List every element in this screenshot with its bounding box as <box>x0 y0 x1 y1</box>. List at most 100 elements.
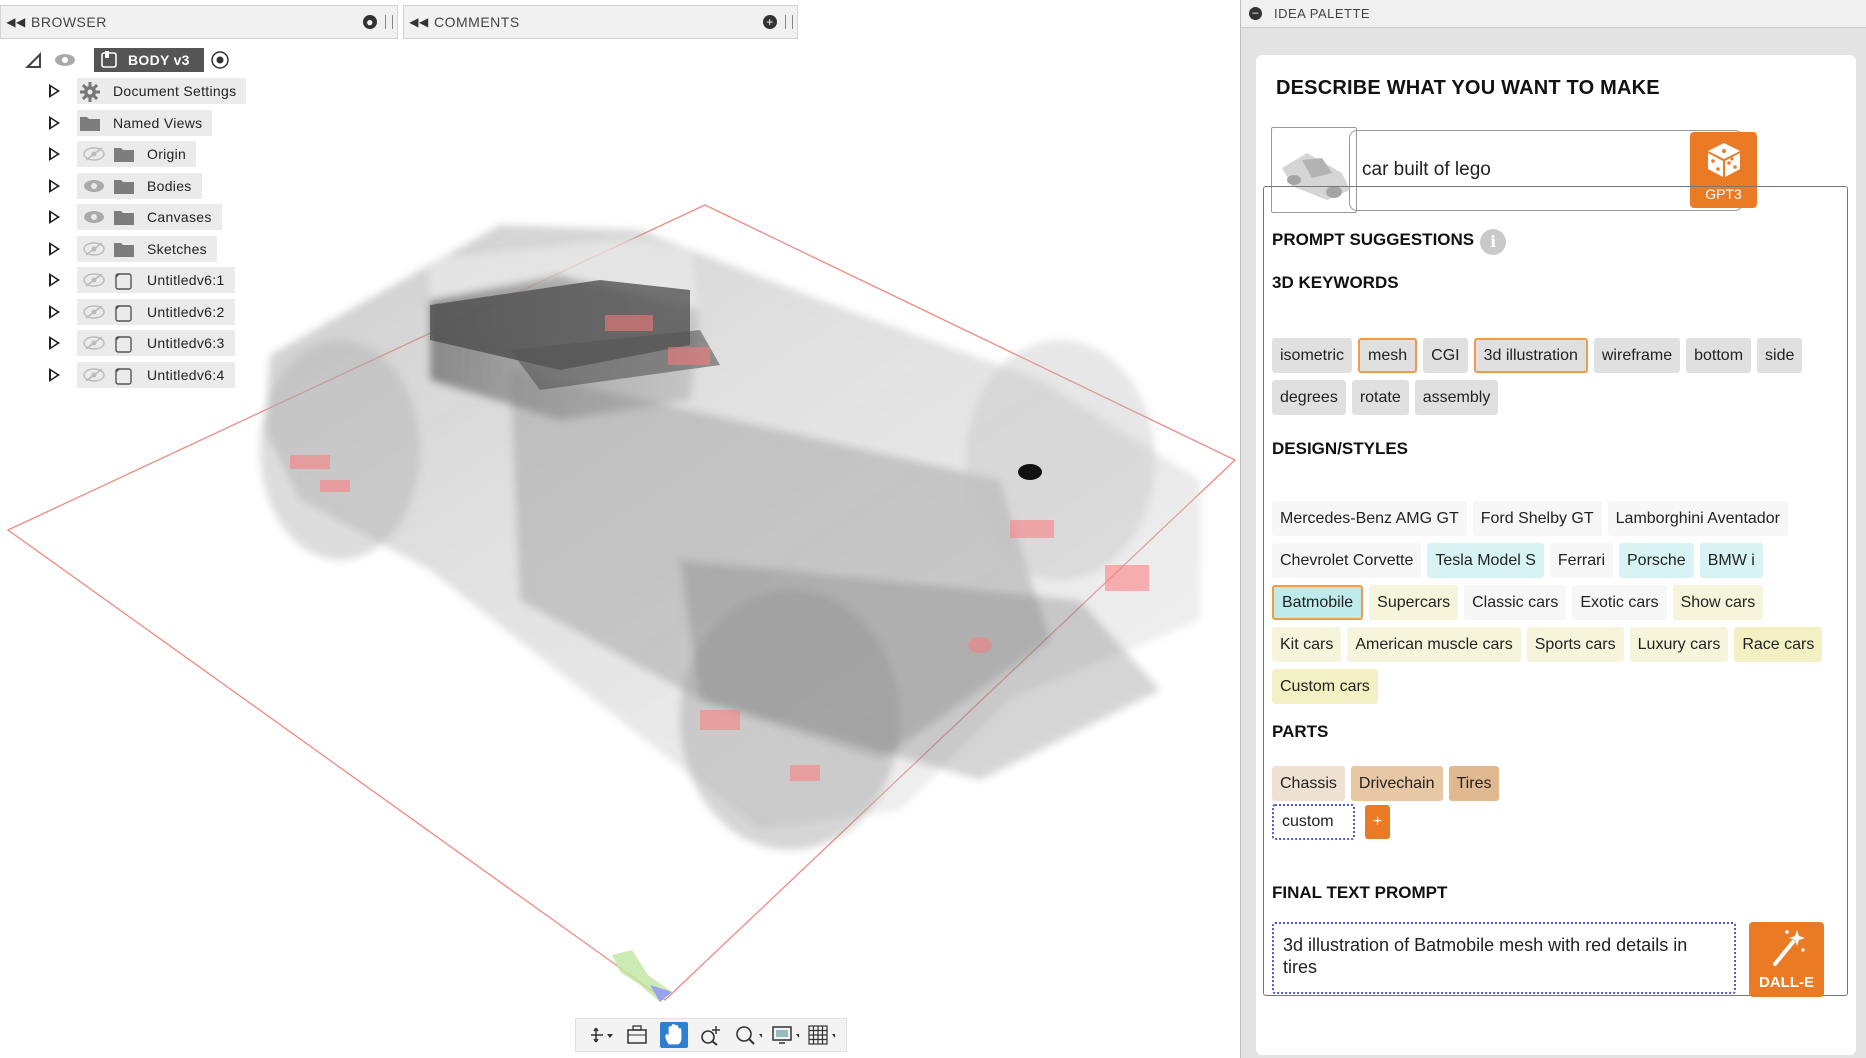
root-component-chip[interactable]: BODY v3 <box>94 47 204 72</box>
expand-triangle-icon[interactable] <box>49 115 61 130</box>
style-chip[interactable]: Batmobile <box>1272 585 1364 620</box>
tree-item[interactable]: Untitledv6:3 <box>20 328 246 360</box>
tree-root[interactable]: BODY v3 <box>20 44 246 76</box>
style-chip[interactable]: American muscle cars <box>1347 627 1521 662</box>
info-icon[interactable]: i <box>1480 229 1507 255</box>
tree-item-chip[interactable]: Bodies <box>77 172 202 199</box>
tree-item-chip[interactable]: Untitledv6:1 <box>77 267 235 294</box>
expand-triangle-icon[interactable] <box>49 273 61 288</box>
resize-grip-icon[interactable] <box>785 15 793 29</box>
collapse-triangle-icon[interactable] <box>24 51 42 69</box>
style-chip[interactable]: Porsche <box>1619 543 1694 578</box>
activate-radio-icon[interactable] <box>210 50 230 70</box>
keyword-chip[interactable]: mesh <box>1358 338 1418 373</box>
folder-icon <box>79 114 101 132</box>
tree-item[interactable]: Named Views <box>20 107 246 139</box>
style-chip[interactable]: Supercars <box>1369 585 1459 620</box>
collapse-left-icon[interactable]: ◀◀ <box>404 15 434 29</box>
keyword-chip[interactable]: isometric <box>1272 338 1353 373</box>
pin-icon[interactable]: ● <box>363 15 377 29</box>
expand-triangle-icon[interactable] <box>49 367 61 382</box>
tree-item-chip[interactable]: Document Settings <box>77 78 247 105</box>
tree-item[interactable]: Origin <box>20 139 246 171</box>
expand-triangle-icon[interactable] <box>49 84 61 99</box>
style-chip[interactable]: BMW i <box>1699 543 1763 578</box>
style-chip[interactable]: Race cars <box>1734 627 1823 662</box>
keyword-chip[interactable]: side <box>1757 338 1803 373</box>
hidden-eye-icon[interactable] <box>83 368 105 382</box>
keyword-chip[interactable]: wireframe <box>1593 338 1681 373</box>
tree-item-chip[interactable]: Named Views <box>77 109 213 136</box>
3d-viewport[interactable]: ◀◀ BROWSER ● ◀◀ COMMENTS + BODY v3 Docum… <box>0 0 1240 1058</box>
style-chip[interactable]: Tesla Model S <box>1427 543 1544 578</box>
final-prompt-text[interactable]: 3d illustration of Batmobile mesh with r… <box>1272 922 1736 994</box>
tree-item-chip[interactable]: Untitledv6:2 <box>77 298 235 325</box>
tree-item[interactable]: Untitledv6:1 <box>20 265 246 297</box>
tree-item-chip[interactable]: Untitledv6:3 <box>77 330 235 357</box>
style-chip[interactable]: Lamborghini Aventador <box>1607 501 1788 536</box>
keyword-chip[interactable]: CGI <box>1423 338 1468 373</box>
style-chip[interactable]: Exotic cars <box>1572 585 1667 620</box>
display-settings-icon[interactable] <box>771 1022 799 1048</box>
part-chip[interactable]: Drivechain <box>1350 766 1443 801</box>
browser-panel-header[interactable]: ◀◀ BROWSER ● <box>0 5 398 39</box>
keyword-chip[interactable]: rotate <box>1351 380 1409 415</box>
prompt-suggestions-heading: PROMPT SUGGESTIONS i <box>1272 229 1507 255</box>
style-chip[interactable]: Custom cars <box>1272 669 1378 704</box>
tree-item-chip[interactable]: Origin <box>77 141 197 168</box>
hidden-eye-icon[interactable] <box>83 147 105 161</box>
pan-hand-icon[interactable] <box>660 1022 689 1048</box>
keyword-chip[interactable]: assembly <box>1414 380 1499 415</box>
expand-triangle-icon[interactable] <box>49 241 61 256</box>
keyword-chip[interactable]: degrees <box>1272 380 1346 415</box>
tree-item-chip[interactable]: Sketches <box>77 235 217 262</box>
expand-triangle-icon[interactable] <box>49 210 61 225</box>
expand-triangle-icon[interactable] <box>49 336 61 351</box>
style-chip[interactable]: Sports cars <box>1526 627 1624 662</box>
hidden-eye-icon[interactable] <box>83 336 105 350</box>
tree-item[interactable]: Document Settings <box>20 76 247 108</box>
look-at-icon[interactable] <box>623 1022 651 1048</box>
expand-triangle-icon[interactable] <box>49 304 61 319</box>
add-part-button[interactable]: + <box>1365 805 1390 839</box>
style-chip[interactable]: Ferrari <box>1549 543 1613 578</box>
style-chip[interactable]: Mercedes-Benz AMG GT <box>1272 501 1467 536</box>
visibility-eye-icon[interactable] <box>54 53 76 67</box>
grid-icon[interactable] <box>807 1022 836 1048</box>
style-chip[interactable]: Chevrolet Corvette <box>1272 543 1422 578</box>
hidden-eye-icon[interactable] <box>83 242 105 256</box>
idea-palette-header[interactable]: – IDEA PALETTE <box>1241 0 1866 28</box>
resize-grip-icon[interactable] <box>385 15 393 29</box>
part-chip[interactable]: Tires <box>1448 766 1500 801</box>
custom-part-input[interactable]: custom <box>1272 804 1355 840</box>
hidden-eye-icon[interactable] <box>83 305 105 319</box>
comments-panel-header[interactable]: ◀◀ COMMENTS + <box>403 5 798 39</box>
add-comment-icon[interactable]: + <box>763 15 777 29</box>
style-chip[interactable]: Show cars <box>1672 585 1764 620</box>
keyword-chip[interactable]: 3d illustration <box>1473 338 1588 373</box>
visibility-eye-icon[interactable] <box>83 210 105 224</box>
style-chip[interactable]: Luxury cars <box>1629 627 1729 662</box>
visibility-eye-icon[interactable] <box>83 179 105 193</box>
tree-item-chip[interactable]: Untitledv6:4 <box>77 361 235 388</box>
tree-item[interactable]: Untitledv6:4 <box>20 359 246 391</box>
orbit-icon[interactable] <box>586 1022 614 1048</box>
hidden-eye-icon[interactable] <box>83 273 105 287</box>
keyword-chip[interactable]: bottom <box>1686 338 1752 373</box>
tree-item-chip[interactable]: Canvases <box>77 204 222 231</box>
tree-item[interactable]: Sketches <box>20 233 246 265</box>
style-chip[interactable]: Ford Shelby GT <box>1472 501 1602 536</box>
style-chip[interactable]: Kit cars <box>1272 627 1342 662</box>
part-chip[interactable]: Chassis <box>1272 766 1345 801</box>
collapse-left-icon[interactable]: ◀◀ <box>1 15 31 29</box>
style-chip[interactable]: Classic cars <box>1464 585 1567 620</box>
tree-item[interactable]: Canvases <box>20 202 246 234</box>
dalle-button[interactable]: DALL-E <box>1749 922 1824 997</box>
expand-triangle-icon[interactable] <box>49 178 61 193</box>
tree-item[interactable]: Untitledv6:2 <box>20 296 246 328</box>
collapse-icon[interactable]: – <box>1249 7 1262 20</box>
zoom-icon[interactable] <box>697 1022 725 1048</box>
zoom-window-icon[interactable] <box>734 1022 762 1048</box>
tree-item[interactable]: Bodies <box>20 170 246 202</box>
expand-triangle-icon[interactable] <box>49 147 61 162</box>
